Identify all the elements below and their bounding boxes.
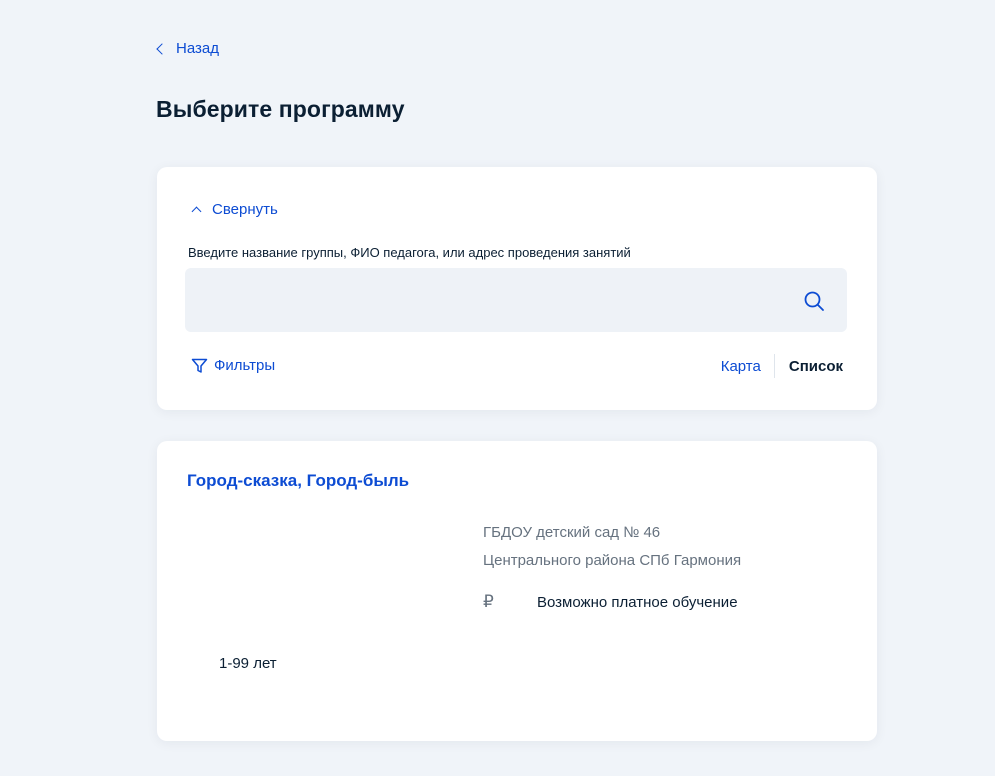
filter-icon — [191, 358, 208, 373]
payment-text: Возможно платное обучение — [537, 593, 738, 611]
search-label: Введите название группы, ФИО педагога, и… — [188, 245, 631, 260]
collapse-toggle-label: Свернуть — [212, 201, 278, 218]
filters-button[interactable]: Фильтры — [191, 357, 275, 374]
back-link[interactable]: Назад — [156, 40, 219, 57]
search-input[interactable] — [185, 268, 795, 332]
age-range: 1-99 лет — [219, 655, 277, 672]
view-list-tab[interactable]: Список — [775, 358, 843, 375]
view-switch: Карта Список — [721, 354, 843, 378]
search-field — [185, 268, 847, 332]
filters-button-label: Фильтры — [214, 357, 276, 374]
view-map-tab[interactable]: Карта — [721, 358, 774, 375]
search-icon[interactable] — [803, 290, 825, 312]
organization-name-line-1: ГБДОУ детский сад № 46 — [483, 524, 661, 541]
program-title-link[interactable]: Город-сказка, Город-быль — [187, 471, 409, 491]
organization-name-line-2: Центрального района СПб Гармония — [483, 552, 742, 569]
page: Назад Выберите программу Свернуть Введит… — [0, 0, 995, 776]
chevron-left-icon — [156, 42, 168, 55]
result-card: Город-сказка, Город-быль ГБДОУ детский с… — [157, 441, 877, 741]
ruble-icon: ₽ — [483, 592, 494, 611]
payment-info: ₽ Возможно платное обучение — [483, 592, 738, 612]
back-link-label: Назад — [176, 40, 219, 57]
chevron-up-icon — [191, 206, 202, 217]
organization-name: ГБДОУ детский сад № 46 Центрального райо… — [483, 519, 843, 575]
page-title: Выберите программу — [156, 96, 405, 122]
search-panel: Свернуть Введите название группы, ФИО пе… — [157, 167, 877, 410]
collapse-toggle[interactable]: Свернуть — [191, 201, 278, 218]
